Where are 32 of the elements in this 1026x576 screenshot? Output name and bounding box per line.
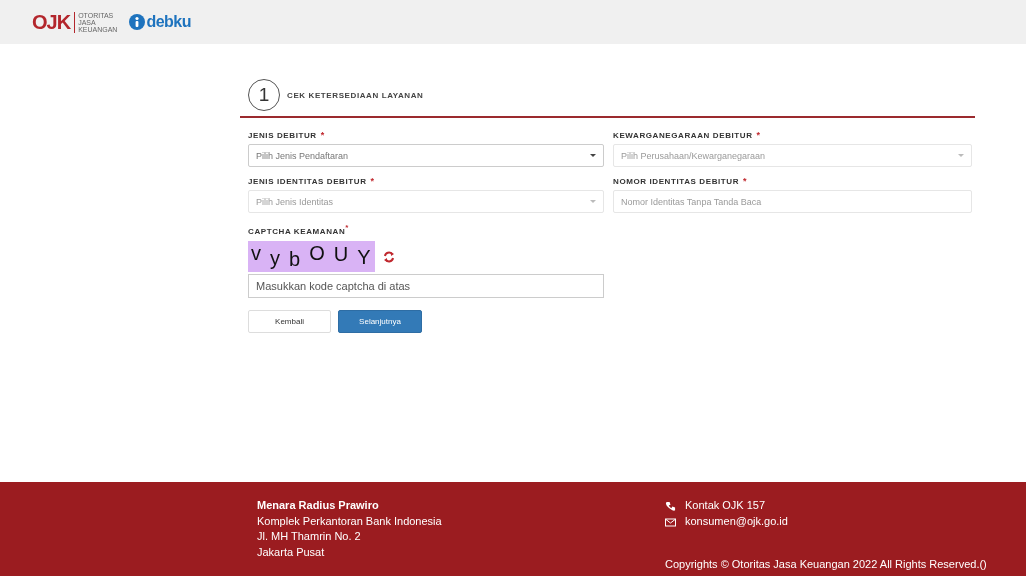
- copyright-text: Copyrights © Otoritas Jasa Keuangan 2022 All Rights Reserved.(): [665, 557, 987, 572]
- back-button[interactable]: Kembali: [248, 310, 331, 333]
- address-line: Jl. MH Thamrin No. 2: [257, 529, 362, 544]
- field-label: CAPTCHA KEAMANAN: [248, 226, 346, 236]
- refresh-icon[interactable]: [383, 250, 395, 263]
- select-field[interactable]: Pilih Jenis Pendaftaran: [248, 144, 604, 167]
- field-label: NOMOR IDENTITAS DEBITUR: [613, 177, 740, 186]
- address-line: Komplek Perkantoran Bank Indonesia: [257, 513, 443, 529]
- field-label: JENIS DEBITUR: [248, 131, 317, 140]
- next-button[interactable]: Selanjutnya: [338, 310, 422, 333]
- office-name: Menara Radius Prawiro: [257, 498, 380, 513]
- field-label: JENIS IDENTITAS DEBITUR: [248, 177, 367, 186]
- envelope-icon: [665, 517, 676, 527]
- caret-icon: [590, 200, 596, 203]
- field-label: KEWARGANEGARAAN DEBITUR: [613, 131, 753, 140]
- info-person-icon: [129, 14, 146, 30]
- step-title: CEK KETERSEDIAAN LAYANAN: [287, 90, 424, 100]
- contact-text: konsumen@ojk.go.id: [685, 514, 788, 530]
- caret-icon: [590, 154, 596, 157]
- required-mark: *: [320, 130, 325, 140]
- caret-icon: [958, 154, 964, 157]
- required-mark: *: [345, 223, 350, 232]
- captcha-input[interactable]: Masukkan kode captcha di atas: [248, 274, 604, 298]
- address-line: Jakarta Pusat: [257, 544, 326, 560]
- contact-text: Kontak OJK 157: [685, 498, 766, 514]
- required-mark: *: [370, 176, 375, 186]
- required-mark: *: [743, 176, 748, 186]
- captcha-image: v y b O U Y: [248, 241, 375, 272]
- app-logo-text: debku: [146, 13, 192, 31]
- phone-icon: [665, 500, 676, 512]
- required-mark: *: [756, 130, 761, 140]
- ojk-logo-mark: OJK: [32, 10, 71, 34]
